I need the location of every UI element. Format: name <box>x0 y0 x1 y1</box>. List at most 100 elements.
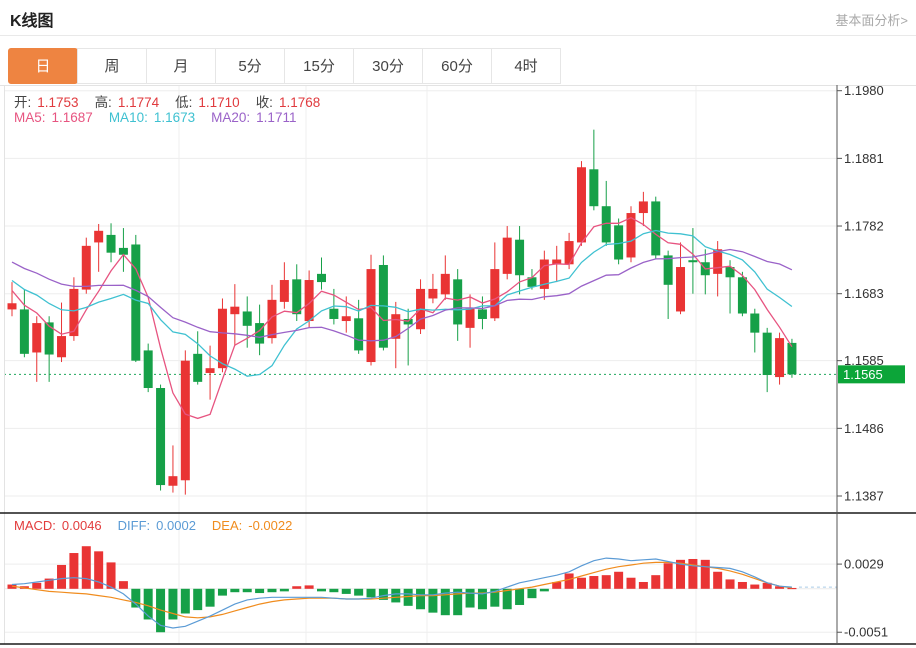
macd-bar <box>119 581 128 589</box>
macd-bar <box>32 583 41 589</box>
candle-body <box>329 309 338 319</box>
macd-bar <box>515 589 524 605</box>
candle-body <box>342 316 351 321</box>
macd-bar <box>540 589 549 592</box>
candle-body <box>181 361 190 481</box>
grid-lines <box>4 86 837 643</box>
period-tab-bar: 日周月5分15分30分60分4时 <box>8 48 561 84</box>
macd-bar <box>466 589 475 608</box>
candle-body <box>787 343 796 374</box>
candle-body <box>367 269 376 362</box>
svg-text:1.1683: 1.1683 <box>844 286 884 301</box>
tab-5分[interactable]: 5分 <box>215 48 285 84</box>
candle-body <box>515 240 524 276</box>
current-price-badge: 1.1565 <box>838 365 905 383</box>
tab-周[interactable]: 周 <box>77 48 147 84</box>
tab-日[interactable]: 日 <box>8 48 78 84</box>
candle-body <box>466 309 475 328</box>
candle-body <box>8 303 17 309</box>
candle-body <box>206 368 215 373</box>
tab-月[interactable]: 月 <box>146 48 216 84</box>
macd-bar <box>82 546 91 589</box>
svg-text:0.0029: 0.0029 <box>844 557 884 572</box>
legend-value: 1.1768 <box>279 95 320 110</box>
candle-body <box>45 322 54 354</box>
macd-bar <box>342 589 351 594</box>
macd-bar <box>565 573 574 588</box>
candle-body <box>354 318 363 350</box>
macd-bar <box>267 589 276 592</box>
macd-bar <box>391 589 400 603</box>
legend-value: 1.1673 <box>154 110 195 125</box>
candle-body <box>218 309 227 368</box>
macd-bar <box>701 560 710 589</box>
candle-body <box>441 274 450 295</box>
macd-bar <box>329 589 338 592</box>
legend-value: 0.0002 <box>156 518 196 533</box>
macd-bar <box>181 589 190 614</box>
ma-lines <box>12 218 792 419</box>
legend-value: 1.1710 <box>198 95 239 110</box>
title-separator <box>0 35 916 36</box>
legend-label: 开: <box>14 95 31 110</box>
candle-body <box>639 201 648 213</box>
macd-bar <box>305 585 314 588</box>
legend-value: 1.1774 <box>118 95 159 110</box>
macd-bar <box>602 575 611 589</box>
candle-body <box>267 300 276 338</box>
dea-line <box>12 562 792 617</box>
macd-bar <box>107 562 116 588</box>
macd-bar <box>144 589 153 620</box>
candle-body <box>168 476 177 486</box>
macd-bar <box>367 589 376 598</box>
legend-label: DEA: <box>212 518 242 533</box>
candle-body <box>57 336 66 357</box>
macd-bar <box>428 589 437 613</box>
svg-text:1.1387: 1.1387 <box>844 488 884 503</box>
legend-label: 高: <box>95 95 112 110</box>
macd-bar <box>639 582 648 589</box>
macd-bar <box>206 589 215 607</box>
candle-body <box>589 169 598 206</box>
macd-bar <box>218 589 227 596</box>
macd-bar <box>478 589 487 609</box>
ohlc-legend: 开:1.1753高:1.1774低:1.1710收:1.1768 <box>14 91 336 111</box>
fundamental-analysis-link[interactable]: 基本面分析> <box>835 10 908 29</box>
ma20-line <box>12 250 792 341</box>
legend-value: 0.0046 <box>62 518 102 533</box>
candle-body <box>32 323 41 352</box>
candle-body <box>651 201 660 255</box>
tab-60分[interactable]: 60分 <box>422 48 492 84</box>
tab-4时[interactable]: 4时 <box>491 48 561 84</box>
macd-bar <box>688 559 697 589</box>
legend-label: 低: <box>175 95 192 110</box>
legend-value: 1.1753 <box>37 95 78 110</box>
macd-bar <box>726 579 735 588</box>
diff-line <box>12 558 792 628</box>
macd-bar <box>69 553 78 589</box>
candle-body <box>453 279 462 324</box>
candle-body <box>156 388 165 485</box>
candle-body <box>565 241 574 264</box>
legend-value: 1.1711 <box>256 110 296 125</box>
svg-text:1.1881: 1.1881 <box>844 151 884 166</box>
macd-bar <box>750 585 759 589</box>
candles-layer <box>8 130 797 495</box>
macd-bar <box>354 589 363 596</box>
macd-bar <box>614 572 623 589</box>
candle-body <box>317 274 326 282</box>
candle-body <box>478 309 487 319</box>
candle-body <box>676 267 685 311</box>
macd-bar <box>317 589 326 592</box>
candle-body <box>82 246 91 290</box>
ma5-line <box>12 218 792 419</box>
price-axis-labels: 1.19801.18811.17821.16831.15851.14861.13… <box>837 83 888 640</box>
macd-bar <box>577 578 586 589</box>
tab-15分[interactable]: 15分 <box>284 48 354 84</box>
candle-body <box>428 289 437 299</box>
page-title: K线图 <box>10 7 54 31</box>
tab-30分[interactable]: 30分 <box>353 48 423 84</box>
macd-bar <box>787 588 796 589</box>
candle-body <box>131 244 140 360</box>
candle-body <box>503 238 512 274</box>
